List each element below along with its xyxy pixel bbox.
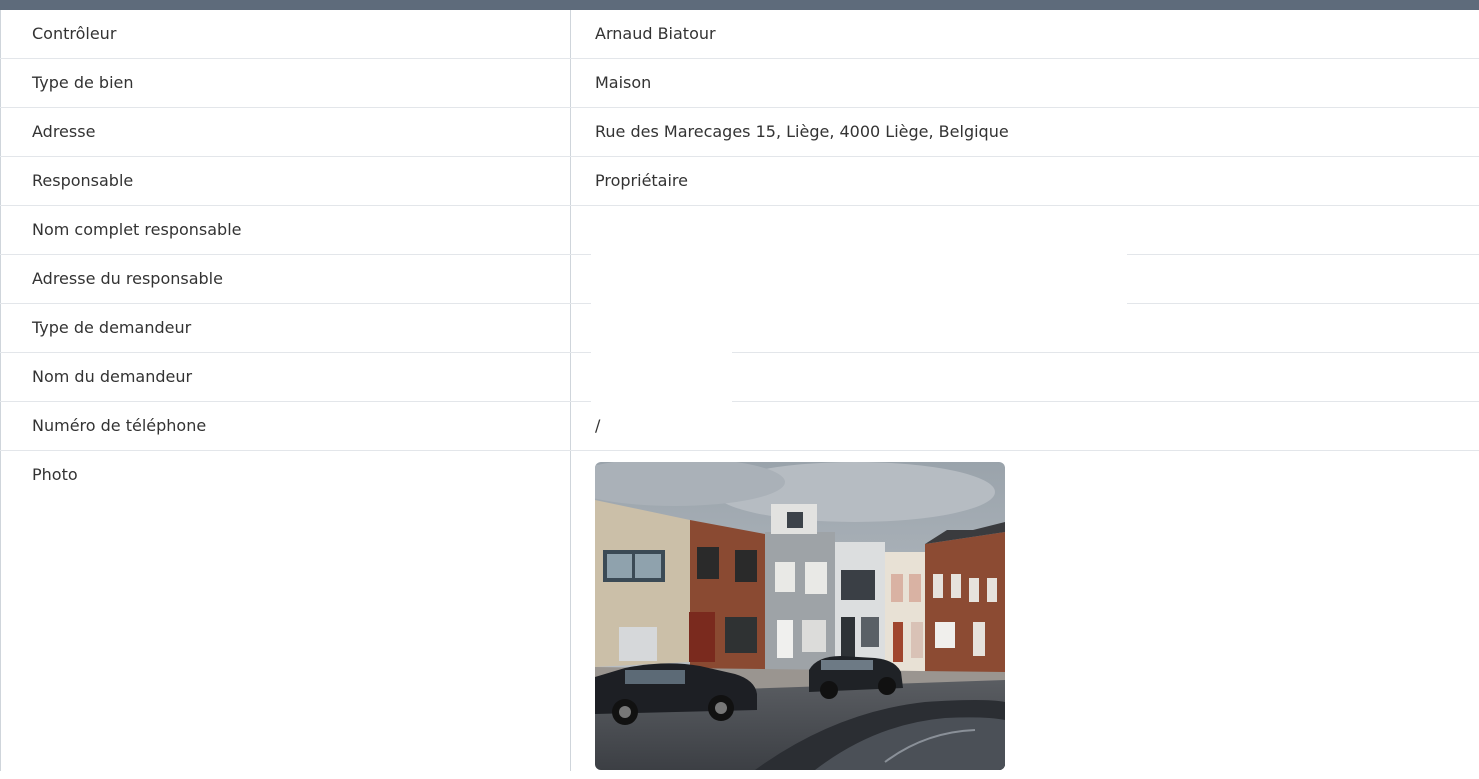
table-row-telephone: Numéro de téléphone / [0,402,1479,451]
redacted-area [591,208,1127,306]
row-label: Photo [0,451,571,771]
row-label: Nom complet responsable [0,206,571,254]
table-row-responsable: Responsable Propriétaire [0,157,1479,206]
row-label: Numéro de téléphone [0,402,571,450]
photo-cell [571,451,1479,771]
table-row-nom-demandeur: Nom du demandeur [0,353,1479,402]
row-label: Responsable [0,157,571,205]
row-label: Contrôleur [0,10,571,58]
row-label: Type de demandeur [0,304,571,352]
row-label: Type de bien [0,59,571,107]
details-table: Contrôleur Arnaud Biatour Type de bien M… [0,10,1479,771]
row-value: Rue des Marecages 15, Liège, 4000 Liège,… [595,122,1009,141]
row-value: Maison [595,73,652,92]
table-row-type-demandeur: Type de demandeur [0,304,1479,353]
table-row-controleur: Contrôleur Arnaud Biatour [0,10,1479,59]
table-row-photo: Photo [0,451,1479,771]
table-row-type-de-bien: Type de bien Maison [0,59,1479,108]
row-value: Arnaud Biatour [595,24,716,43]
table-row-adresse: Adresse Rue des Marecages 15, Liège, 400… [0,108,1479,157]
row-label: Adresse [0,108,571,156]
row-value: / [595,416,601,435]
header-bar [0,0,1479,10]
property-photo[interactable] [595,462,1005,770]
street-photo-image [595,462,1005,770]
row-label: Nom du demandeur [0,353,571,401]
row-value: Propriétaire [595,171,688,190]
row-label: Adresse du responsable [0,255,571,303]
redacted-area [591,306,732,405]
